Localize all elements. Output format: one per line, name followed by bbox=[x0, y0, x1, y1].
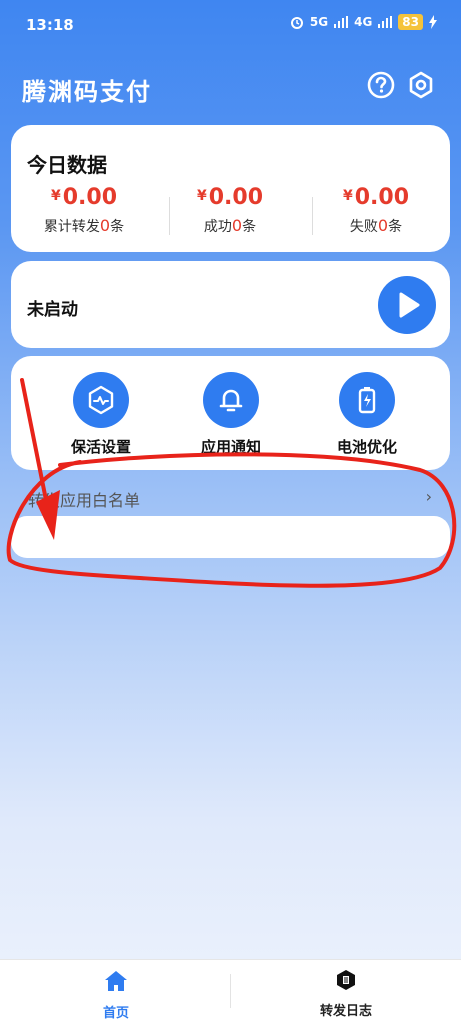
stat-success-label: 成功0条 bbox=[203, 216, 257, 235]
whitelist-list bbox=[11, 516, 450, 558]
whitelist-row[interactable]: 转发应用白名单 › bbox=[28, 487, 432, 511]
status-time: 13:18 bbox=[26, 16, 74, 34]
nav-home-label: 首页 bbox=[102, 1006, 129, 1021]
stat-failed-amount: ¥0.00 bbox=[342, 185, 410, 210]
keepalive-hexagon-icon bbox=[73, 372, 129, 428]
today-title: 今日数据 bbox=[27, 153, 107, 177]
battery-level: 83 bbox=[398, 14, 423, 30]
tool-keepalive[interactable]: 保活设置 bbox=[51, 372, 151, 457]
tool-notification[interactable]: 应用通知 bbox=[181, 372, 281, 457]
bell-icon bbox=[203, 372, 259, 428]
battery-icon bbox=[339, 372, 395, 428]
today-data-card: 今日数据 ¥0.00 累计转发0条 ¥0.00 成功0条 ¥0.00 失败0条 bbox=[11, 125, 450, 252]
stat-total-amount: ¥0.00 bbox=[50, 185, 118, 210]
play-icon bbox=[399, 292, 420, 318]
signal-icon-2 bbox=[378, 16, 393, 28]
stat-success-amount: ¥0.00 bbox=[196, 185, 264, 210]
network-label-2: 4G bbox=[354, 15, 373, 29]
service-status: 未启动 bbox=[27, 300, 78, 320]
charging-icon bbox=[429, 15, 437, 29]
stat-total: ¥0.00 累计转发0条 bbox=[11, 185, 157, 236]
tool-battery-label: 电池优化 bbox=[336, 438, 397, 456]
status-icons: 5G 4G 83 bbox=[290, 14, 437, 30]
tool-keepalive-label: 保活设置 bbox=[70, 438, 131, 456]
stat-total-label: 累计转发0条 bbox=[43, 216, 125, 235]
stat-failed-label: 失败0条 bbox=[349, 216, 403, 235]
bottom-nav: 首页 转发日志 bbox=[0, 959, 461, 1024]
question-circle-icon bbox=[367, 71, 395, 99]
network-label: 5G bbox=[309, 15, 329, 29]
start-button[interactable] bbox=[378, 276, 436, 334]
tool-notification-label: 应用通知 bbox=[200, 438, 261, 456]
nav-logs-label: 转发日志 bbox=[319, 1004, 372, 1019]
settings-button[interactable] bbox=[406, 70, 436, 100]
tools-card: 保活设置 应用通知 电池优化 bbox=[11, 356, 450, 470]
status-bar: 13:18 5G 4G 83 bbox=[0, 0, 461, 50]
log-icon bbox=[337, 970, 355, 990]
hexagon-settings-icon bbox=[409, 71, 433, 99]
home-icon bbox=[105, 971, 127, 991]
help-button[interactable] bbox=[366, 70, 396, 100]
nav-logs[interactable]: 转发日志 bbox=[286, 968, 406, 1019]
service-card: 未启动 bbox=[11, 261, 450, 348]
alarm-icon bbox=[290, 17, 303, 29]
whitelist-title: 转发应用白名单 bbox=[28, 491, 141, 510]
stat-failed: ¥0.00 失败0条 bbox=[303, 185, 449, 236]
tool-battery[interactable]: 电池优化 bbox=[317, 372, 417, 457]
chevron-right-icon: › bbox=[425, 487, 432, 506]
app-title: 腾渊码支付 bbox=[22, 78, 152, 106]
nav-home[interactable]: 首页 bbox=[56, 968, 176, 1021]
stat-success: ¥0.00 成功0条 bbox=[157, 185, 303, 236]
signal-icon bbox=[334, 16, 349, 28]
divider bbox=[230, 974, 231, 1008]
